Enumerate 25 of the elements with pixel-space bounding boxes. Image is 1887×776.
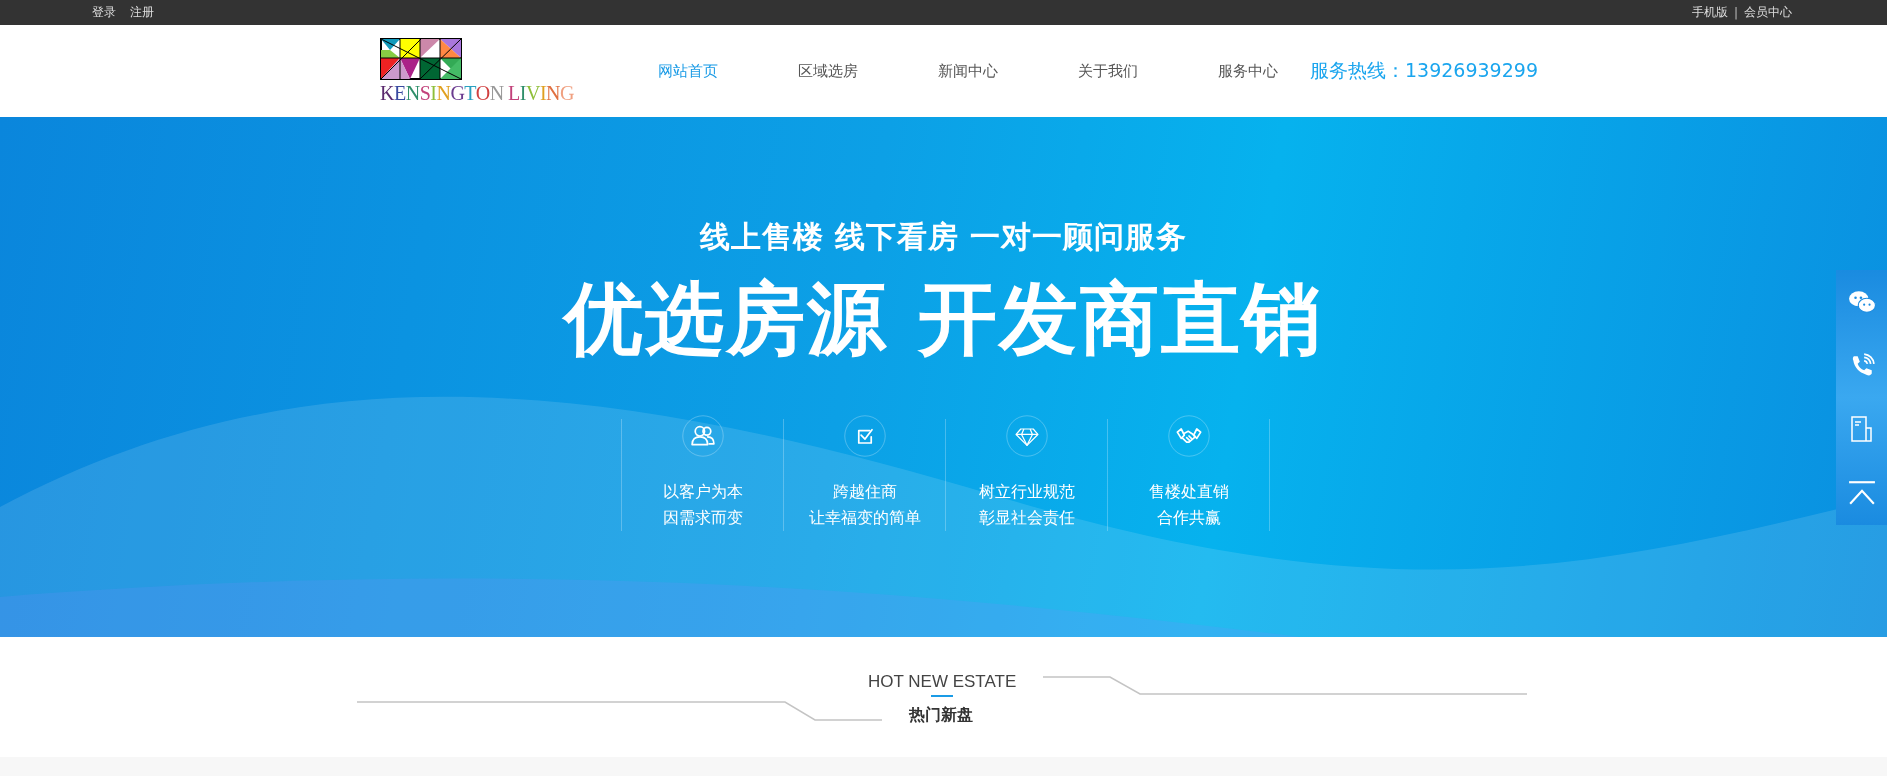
feature-text: 售楼处直销 — [1149, 480, 1229, 503]
feature-text: 因需求而变 — [663, 506, 743, 529]
feature-text: 树立行业规范 — [979, 480, 1075, 503]
back-to-top-icon[interactable] — [1847, 480, 1876, 507]
nav-link[interactable]: 新闻中心 — [898, 61, 1038, 81]
feature-text: 合作共赢 — [1157, 506, 1221, 529]
hotline-text: 服务热线：13926939299 — [1310, 58, 1538, 83]
separator: | — [1733, 5, 1738, 20]
nav-link[interactable]: 关于我们 — [1038, 61, 1178, 81]
feature-text: 以客户为本 — [663, 480, 743, 503]
section-title-en: HOT NEW ESTATE — [868, 672, 1017, 692]
feature-text: 彰显社会责任 — [979, 506, 1075, 529]
logo-text: KENSINGTON LIVING — [380, 81, 575, 105]
top-link[interactable]: 注册 — [130, 4, 154, 21]
nav-link[interactable]: 区域选房 — [758, 61, 898, 81]
top-link[interactable]: 登录 — [92, 4, 116, 21]
chat-icon[interactable] — [1847, 288, 1876, 315]
banner-subtitle: 线上售楼 线下看房 一对一顾问服务 — [699, 218, 1188, 256]
top-link[interactable]: 会员中心 — [1744, 4, 1792, 21]
banner-title: 优选房源 开发商直销 — [564, 272, 1323, 367]
feature-text: 让幸福变的简单 — [809, 506, 921, 529]
feature-text: 跨越住商 — [833, 480, 897, 503]
section-title: 热门新盘 — [909, 705, 973, 726]
top-link[interactable]: 手机版 — [1691, 4, 1728, 21]
logo-icon — [380, 37, 462, 80]
